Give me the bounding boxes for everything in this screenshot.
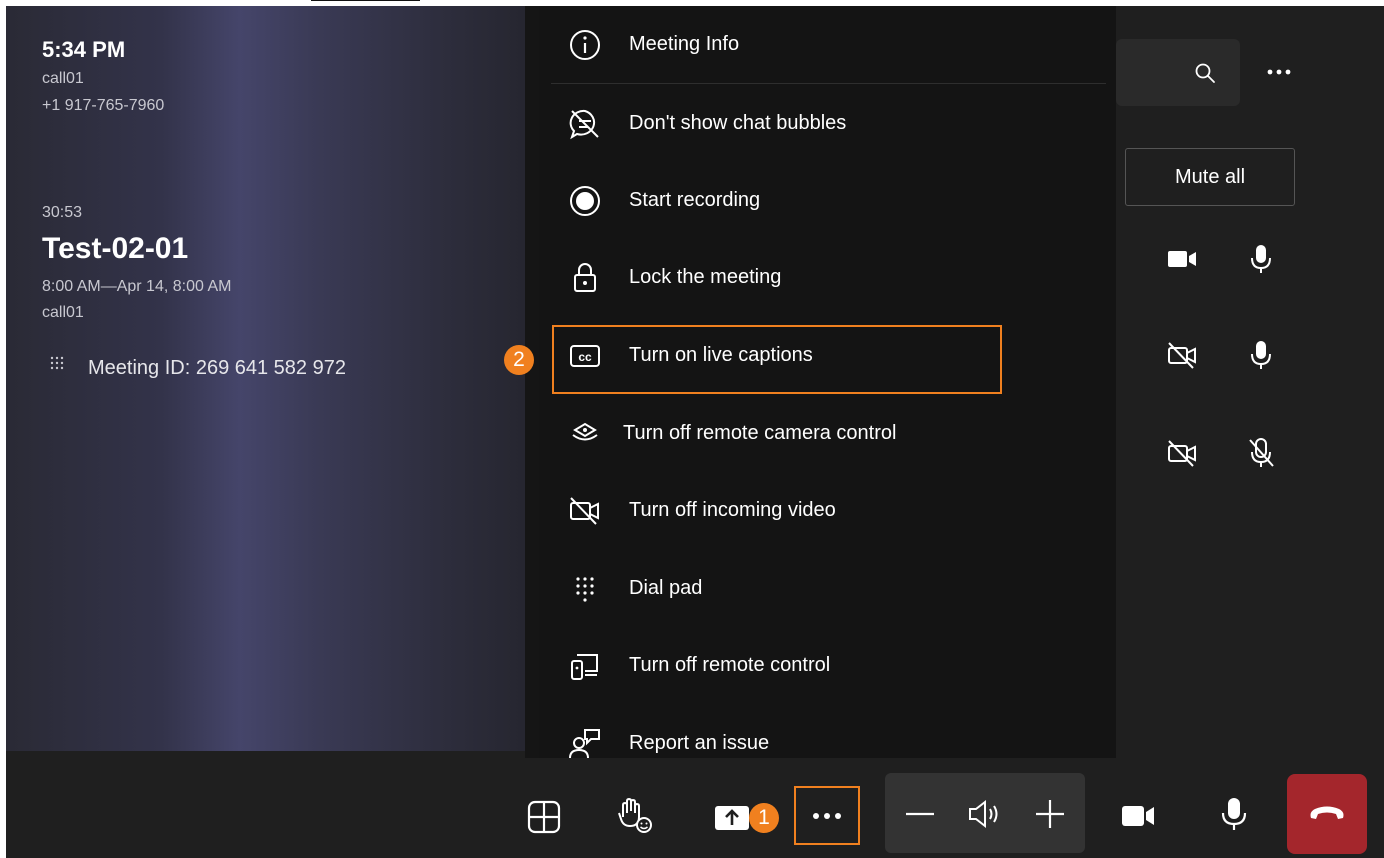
step-badge-2: 2 xyxy=(504,345,534,375)
menu-item-label: Turn off remote camera control xyxy=(623,422,897,444)
menu-item-label: Meeting Info xyxy=(629,33,740,55)
teams-room-screen: 5:34 PM call01 +1 917-765-7960 30:53 Tes… xyxy=(6,6,1384,858)
dialpad-icon xyxy=(576,577,594,602)
info-icon xyxy=(570,30,600,60)
menu-item-start-recording[interactable]: Start recording xyxy=(539,170,1116,232)
meeting-id: Meeting ID: 269 641 582 972 xyxy=(88,357,346,379)
search-icon[interactable] xyxy=(1194,62,1216,84)
lock-icon xyxy=(574,263,596,292)
hang-up-button[interactable] xyxy=(1287,774,1367,854)
layout-grid-icon[interactable] xyxy=(524,797,564,837)
participant-search-box[interactable] xyxy=(1116,39,1240,106)
captions-highlight-box xyxy=(552,325,1002,394)
volume-down-icon[interactable] xyxy=(900,794,940,834)
volume-up-icon[interactable] xyxy=(1030,794,1070,834)
meeting-time: 8:00 AM—Apr 14, 8:00 AM xyxy=(42,278,232,295)
hang-up-icon xyxy=(1310,806,1344,819)
menu-item-label: Lock the meeting xyxy=(629,266,782,288)
video-off-icon[interactable] xyxy=(1165,338,1199,372)
dialpad-icon xyxy=(50,356,64,370)
menu-item-lock-meeting[interactable]: Lock the meeting xyxy=(539,247,1116,309)
menu-separator xyxy=(551,83,1106,84)
menu-item-label: Don't show chat bubbles xyxy=(629,112,847,134)
caller-name: call01 xyxy=(42,70,84,87)
call-control-bar xyxy=(6,758,1384,858)
step-badge-1: 1 xyxy=(749,803,779,833)
meeting-info-panel: 5:34 PM call01 +1 917-765-7960 30:53 Tes… xyxy=(6,6,525,751)
remote-camera-icon xyxy=(572,422,598,441)
menu-item-incoming-video[interactable]: Turn off incoming video xyxy=(539,480,1116,542)
menu-item-label: Turn off remote control xyxy=(629,654,831,676)
menu-item-remote-camera-control[interactable]: Turn off remote camera control xyxy=(539,403,1116,465)
video-camera-icon[interactable] xyxy=(1165,242,1199,276)
video-off-icon[interactable] xyxy=(1165,436,1199,470)
report-issue-icon xyxy=(569,729,600,759)
meeting-organizer: call01 xyxy=(42,304,84,321)
video-camera-icon[interactable] xyxy=(1118,796,1158,836)
menu-item-meeting-info[interactable]: Meeting Info xyxy=(539,14,1116,76)
microphone-icon[interactable] xyxy=(1214,794,1254,834)
clock-time: 5:34 PM xyxy=(42,37,126,62)
microphone-icon[interactable] xyxy=(1244,242,1278,276)
microphone-muted-icon[interactable] xyxy=(1244,436,1278,470)
meeting-title: Test-02-01 xyxy=(42,232,189,265)
menu-item-label: Dial pad xyxy=(629,577,703,599)
video-off-icon xyxy=(570,497,599,525)
menu-item-label: Report an issue xyxy=(629,732,770,754)
share-screen-icon[interactable] xyxy=(712,798,752,838)
raise-hand-reactions-icon[interactable] xyxy=(614,795,654,835)
microphone-icon[interactable] xyxy=(1244,338,1278,372)
more-options-icon[interactable] xyxy=(807,796,847,836)
participants-panel xyxy=(1116,6,1384,758)
panel-divider xyxy=(525,6,539,758)
menu-item-remote-control[interactable]: Turn off remote control xyxy=(539,635,1116,697)
menu-item-label: Start recording xyxy=(629,189,761,211)
more-options-icon[interactable] xyxy=(1264,64,1294,80)
mute-all-button[interactable]: Mute all xyxy=(1125,148,1295,206)
speaker-icon xyxy=(969,799,998,829)
call-duration: 30:53 xyxy=(42,204,83,221)
menu-item-dial-pad[interactable]: Dial pad xyxy=(539,558,1116,620)
phone-number: +1 917-765-7960 xyxy=(42,97,165,114)
top-tab-indicator xyxy=(311,0,420,7)
menu-item-label: Turn off incoming video xyxy=(629,499,836,521)
remote-control-icon xyxy=(571,654,598,680)
record-icon xyxy=(570,186,600,216)
menu-item-chat-bubbles[interactable]: Don't show chat bubbles xyxy=(539,93,1116,155)
chat-bubble-off-icon xyxy=(569,109,599,140)
